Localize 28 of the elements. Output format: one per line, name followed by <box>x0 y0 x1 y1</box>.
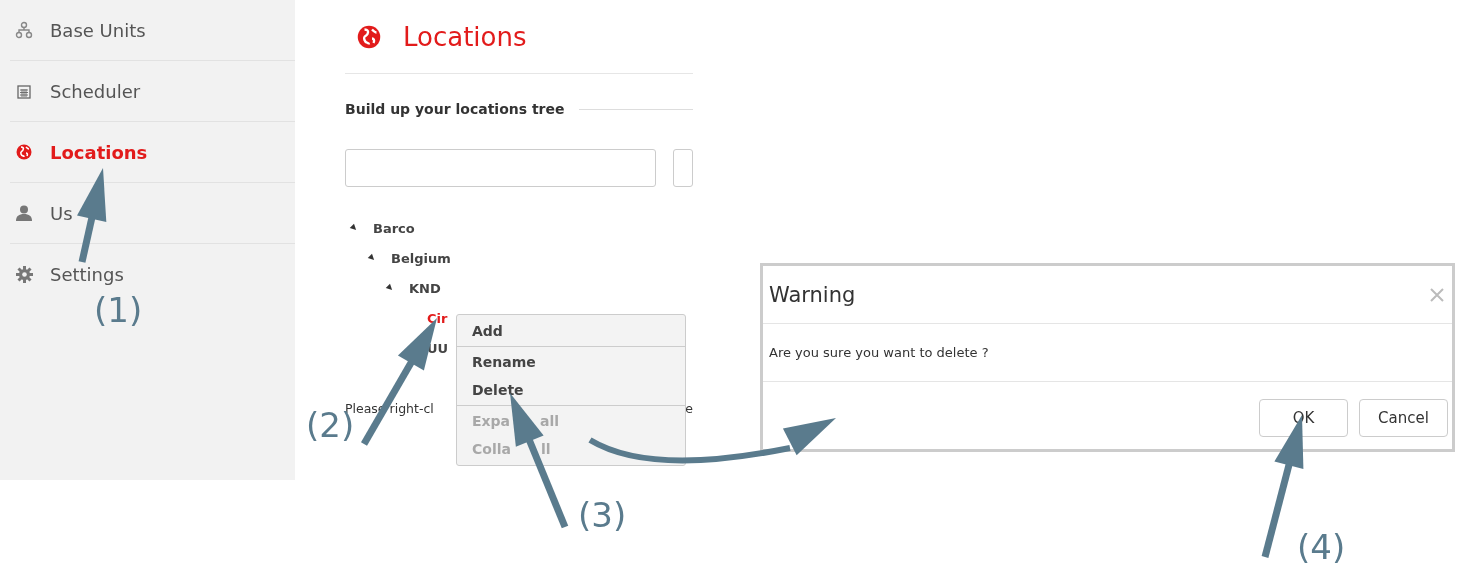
dialog-button[interactable]: Cancel <box>1359 399 1448 437</box>
tree-node[interactable]: Barco <box>373 220 415 236</box>
calendar-icon <box>17 83 31 99</box>
network-icon <box>15 21 33 39</box>
section-heading: Build up your locations tree <box>345 101 565 117</box>
menu-item[interactable]: Rename <box>457 348 685 376</box>
input-field[interactable] <box>673 149 693 187</box>
input-field[interactable] <box>345 149 656 187</box>
menu-item[interactable]: Delete <box>457 376 685 404</box>
globe-icon <box>16 144 32 160</box>
dialog-title: Warning <box>769 282 856 307</box>
sidebar-item[interactable]: Scheduler <box>50 80 141 102</box>
gear-icon <box>15 265 33 283</box>
annotation-label: (4) <box>1297 527 1346 567</box>
menu-item[interactable]: Add <box>457 317 685 345</box>
annotation-label: (3) <box>578 495 627 535</box>
sidebar-item[interactable]: Us <box>50 202 73 224</box>
sidebar-item[interactable]: Locations <box>50 141 148 163</box>
sidebar-item[interactable]: Base Units <box>50 19 146 41</box>
hint-text: e <box>685 401 693 416</box>
tree-node[interactable]: KND <box>409 280 441 296</box>
user-icon <box>15 205 33 221</box>
page-title: Locations <box>403 21 527 52</box>
tree-node[interactable]: Belgium <box>391 250 451 266</box>
dialog-message: Are you sure you want to delete ? <box>769 345 989 360</box>
annotation-label: (1) <box>94 290 143 330</box>
sidebar-item[interactable]: Settings <box>50 263 124 285</box>
globe-icon <box>357 24 381 49</box>
